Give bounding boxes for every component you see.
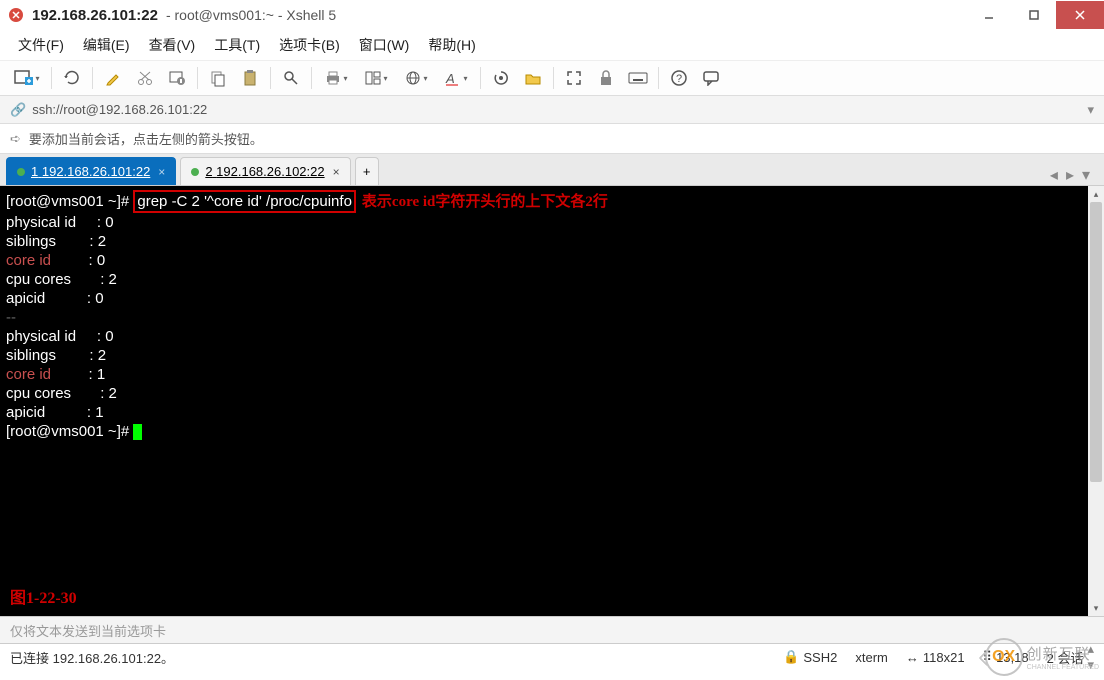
menu-help[interactable]: 帮助(H) <box>420 33 483 57</box>
menu-file[interactable]: 文件(F) <box>10 33 72 57</box>
terminal-output-line: siblings : 2 <box>6 232 1098 251</box>
tip-bar: ➪ 要添加当前会话，点击左侧的箭头按钮。 <box>0 124 1104 154</box>
terminal-output-line: core id : 1 <box>6 365 1098 384</box>
scroll-thumb[interactable] <box>1090 202 1102 482</box>
globe-icon[interactable]: ▾ <box>397 64 435 92</box>
watermark-logo-icon: OX <box>985 638 1023 676</box>
menu-bar: 文件(F) 编辑(E) 查看(V) 工具(T) 选项卡(B) 窗口(W) 帮助(… <box>0 30 1104 60</box>
help-icon[interactable]: ? <box>664 64 694 92</box>
terminal-output-line: cpu cores : 2 <box>6 270 1098 289</box>
terminal-separator: -- <box>6 308 1098 327</box>
cut-icon[interactable] <box>130 64 160 92</box>
reconnect-icon[interactable] <box>57 64 87 92</box>
title-bar: 192.168.26.101:22 - root@vms001:~ - Xshe… <box>0 0 1104 30</box>
terminal-output-line: cpu cores : 2 <box>6 384 1098 403</box>
address-bar: 🔗 ssh://root@192.168.26.101:22 ▾ <box>0 96 1104 124</box>
find-icon[interactable] <box>276 64 306 92</box>
title-rest-text: root@vms001:~ - Xshell 5 <box>175 7 337 23</box>
paste-icon[interactable] <box>235 64 265 92</box>
tab-nav: ◂ ▸ ▾ <box>1050 165 1098 185</box>
send-placeholder: 仅将文本发送到当前选项卡 <box>10 621 166 640</box>
resize-icon: ↔ <box>906 650 919 665</box>
title-rest: - root@vms001:~ - Xshell 5 <box>166 7 336 23</box>
watermark-text: 创新互联 <box>1027 643 1099 664</box>
scrollbar[interactable]: ▴ ▾ <box>1088 186 1104 616</box>
title-ip: 192.168.26.101:22 <box>32 7 158 24</box>
address-dropdown-icon[interactable]: ▾ <box>1087 102 1094 118</box>
status-term: xterm <box>855 650 888 665</box>
figure-number: 图1-22-30 <box>10 589 77 608</box>
lock-icon[interactable] <box>591 64 621 92</box>
app-icon <box>8 7 24 23</box>
swirl-icon[interactable] <box>486 64 516 92</box>
status-bar: 已连接 192.168.26.101:22。 🔒SSH2 xterm ↔118x… <box>0 644 1104 670</box>
menu-view[interactable]: 查看(V) <box>141 33 204 57</box>
terminal-output-line: physical id : 0 <box>6 213 1098 232</box>
terminal-output-line: core id : 0 <box>6 251 1098 270</box>
terminal-output-line: siblings : 2 <box>6 346 1098 365</box>
layout-icon[interactable]: ▾ <box>357 64 395 92</box>
terminal[interactable]: [root@vms001 ~]# grep -C 2 '^core id' /p… <box>0 186 1104 616</box>
properties-icon[interactable] <box>162 64 192 92</box>
status-conn: 已连接 192.168.26.101:22。 <box>10 648 174 667</box>
new-session-icon[interactable]: ▾ <box>8 64 46 92</box>
fullscreen-icon[interactable] <box>559 64 589 92</box>
new-tab-button[interactable]: + <box>355 157 379 185</box>
status-size: ↔118x21 <box>906 650 965 665</box>
close-button[interactable] <box>1056 1 1104 29</box>
session-tab-2[interactable]: 2 192.168.26.102:22 × <box>180 157 350 185</box>
terminal-output-line: physical id : 0 <box>6 327 1098 346</box>
watermark: OX 创新互联 CHANNEL FEATURED <box>985 638 1099 676</box>
tab-close-icon[interactable]: × <box>333 165 340 179</box>
terminal-command: grep -C 2 '^core id' /proc/cpuinfo <box>133 190 356 213</box>
terminal-prompt: [root@vms001 ~]# <box>6 193 129 210</box>
session-tab-1[interactable]: 1 192.168.26.101:22 × <box>6 157 176 185</box>
tab-prev-icon[interactable]: ◂ <box>1050 165 1058 185</box>
tip-text: 要添加当前会话，点击左侧的箭头按钮。 <box>29 129 263 148</box>
annotation-text: 表示core id字符开头行的上下文各2行 <box>362 194 608 210</box>
font-icon[interactable]: A▾ <box>437 64 475 92</box>
send-bar[interactable]: 仅将文本发送到当前选项卡 <box>0 616 1104 644</box>
toolbar: ▾ ▾ ▾ ▾ A▾ ? <box>0 60 1104 96</box>
menu-tab[interactable]: 选项卡(B) <box>271 33 348 57</box>
svg-text:?: ? <box>676 73 682 85</box>
lock-small-icon: 🔒 <box>783 649 799 665</box>
address-text[interactable]: ssh://root@192.168.26.101:22 <box>32 102 207 117</box>
window-buttons <box>966 1 1104 29</box>
keyboard-icon[interactable] <box>623 64 653 92</box>
status-proto: 🔒SSH2 <box>783 649 837 665</box>
minimize-button[interactable] <box>966 1 1011 29</box>
status-dot-icon <box>191 168 199 176</box>
watermark-sub: CHANNEL FEATURED <box>1027 664 1099 671</box>
menu-edit[interactable]: 编辑(E) <box>75 33 138 57</box>
status-dot-icon <box>17 168 25 176</box>
terminal-prompt-2: [root@vms001 ~]# <box>6 423 129 440</box>
copy-icon[interactable] <box>203 64 233 92</box>
menu-tools[interactable]: 工具(T) <box>206 33 268 57</box>
svg-text:A: A <box>445 71 455 86</box>
folder-icon[interactable] <box>518 64 548 92</box>
menu-window[interactable]: 窗口(W) <box>351 33 418 57</box>
scroll-up-icon[interactable]: ▴ <box>1088 186 1104 202</box>
scroll-down-icon[interactable]: ▾ <box>1088 600 1104 616</box>
terminal-output-line: apicid : 1 <box>6 403 1098 422</box>
chat-icon[interactable] <box>696 64 726 92</box>
tab-close-icon[interactable]: × <box>158 165 165 179</box>
tab-bar: 1 192.168.26.101:22 × 2 192.168.26.102:2… <box>0 154 1104 186</box>
highlight-icon[interactable] <box>98 64 128 92</box>
tab-menu-icon[interactable]: ▾ <box>1082 165 1090 185</box>
tab-next-icon[interactable]: ▸ <box>1066 165 1074 185</box>
maximize-button[interactable] <box>1011 1 1056 29</box>
print-icon[interactable]: ▾ <box>317 64 355 92</box>
tip-arrow-icon[interactable]: ➪ <box>10 131 21 147</box>
terminal-output-line: apicid : 0 <box>6 289 1098 308</box>
cursor-icon <box>133 424 142 440</box>
link-icon: 🔗 <box>10 102 26 118</box>
